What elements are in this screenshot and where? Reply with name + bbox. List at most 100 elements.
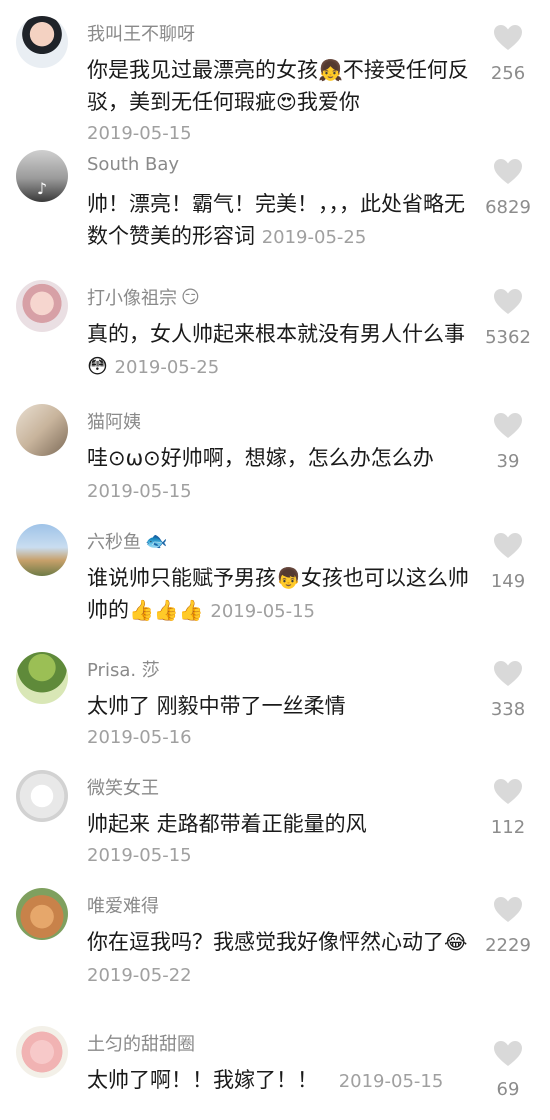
laughing-emoji-icon: 😂 [444,930,468,954]
comment-text: 帅起来 走路都带着正能量的风 [87,812,367,836]
heart-icon[interactable] [493,778,523,805]
avatar[interactable] [16,524,68,576]
comment-username[interactable]: 打小像祖宗 😏 [87,284,200,310]
heart-icon[interactable] [493,412,523,439]
comment-username[interactable]: 土匀的甜甜圈 [87,1030,195,1056]
like-button[interactable]: 39 [476,412,540,472]
heart-icon[interactable] [493,532,523,559]
like-count: 256 [490,63,526,84]
smirk-emoji-icon: 😏 [181,286,200,308]
heart-icon[interactable] [493,660,523,687]
heart-icon[interactable] [493,24,523,51]
comment-item: Prisa. 莎 太帅了 刚毅中带了一丝柔情 2019-05-16 338 [0,652,550,762]
comment-text-part: 真的，女人帅起来根本就没有男人什么事 [87,322,465,346]
avatar[interactable] [16,888,68,940]
comment-text-part: 谁说帅只能赋予男孩 [87,566,276,590]
like-count: 338 [490,699,526,720]
fish-emoji-icon: 🐟 [145,530,168,552]
comment-body: 哇⊙ω⊙好帅啊，想嫁，怎么办怎么办 2019-05-15 [87,442,483,508]
comment-item: 猫阿姨 哇⊙ω⊙好帅啊，想嫁，怎么办怎么办 2019-05-15 39 [0,404,550,516]
like-button[interactable]: 5362 [476,288,540,348]
comment-text-part: 你是我见过最漂亮的女孩 [87,58,318,82]
comment-text: 太帅了 刚毅中带了一丝柔情 [87,694,346,718]
comment-body: 谁说帅只能赋予男孩👦女孩也可以这么帅帅的👍👍👍 2019-05-15 [87,562,483,628]
comment-item: 微笑女王 帅起来 走路都带着正能量的风 2019-05-15 112 [0,770,550,880]
heart-icon[interactable] [493,1040,523,1067]
avatar[interactable] [16,280,68,332]
username-text: 六秒鱼 [87,532,141,553]
comment-username[interactable]: South Bay [87,154,179,175]
heart-icon[interactable] [493,896,523,923]
comment-date: 2019-05-16 [87,727,192,748]
comment-date: 2019-05-15 [87,845,192,866]
comment-list: 我叫王不聊呀 你是我见过最漂亮的女孩👧不接受任何反驳，美到无任何瑕疵😍我爱你 2… [0,0,550,1120]
comment-username[interactable]: 我叫王不聊呀 [87,20,195,46]
avatar[interactable] [16,770,68,822]
comment-item: 六秒鱼 🐟 谁说帅只能赋予男孩👦女孩也可以这么帅帅的👍👍👍 2019-05-15… [0,524,550,640]
boy-emoji-icon: 👦 [276,566,301,590]
like-button[interactable]: 69 [476,1040,540,1100]
comment-item: 唯爱难得 你在逗我吗？我感觉我好像怦然心动了😂 2019-05-22 2229 [0,888,550,1000]
comment-username[interactable]: 唯爱难得 [87,892,159,918]
comment-text: 哇⊙ω⊙好帅啊，想嫁，怎么办怎么办 [87,446,434,470]
like-count: 5362 [485,327,531,348]
comment-username[interactable]: Prisa. 莎 [87,656,160,682]
comment-date: 2019-05-15 [87,123,192,144]
thumbs-up-emoji-icon: 👍👍👍 [129,598,204,622]
comment-date: 2019-05-25 [114,357,220,378]
comment-date: 2019-05-15 [338,1071,444,1092]
like-button[interactable]: 149 [476,532,540,592]
avatar[interactable] [16,16,68,68]
like-count: 112 [490,817,526,838]
comment-date: 2019-05-15 [87,481,192,502]
comment-body: 帅！漂亮！霸气！完美！，，，此处省略无数个赞美的形容词 2019-05-25 [87,188,483,254]
avatar[interactable] [16,404,68,456]
avatar[interactable]: ♪ [16,150,68,202]
like-count: 69 [496,1079,520,1100]
heart-eyes-emoji-icon: 😍 [276,90,297,114]
username-text: Prisa. 莎 [87,660,160,681]
comment-date: 2019-05-22 [87,965,192,986]
like-count: 6829 [485,197,531,218]
comment-body: 你是我见过最漂亮的女孩👧不接受任何反驳，美到无任何瑕疵😍我爱你 2019-05-… [87,54,483,150]
comment-body: 真的，女人帅起来根本就没有男人什么事 😳 2019-05-25 [87,318,483,384]
comment-item: 打小像祖宗 😏 真的，女人帅起来根本就没有男人什么事 😳 2019-05-25 5… [0,280,550,398]
flushed-emoji-icon: 😳 [87,354,108,378]
like-count: 2229 [485,935,531,956]
like-count: 149 [490,571,526,592]
comment-username[interactable]: 猫阿姨 [87,408,141,434]
girl-emoji-icon: 👧 [318,58,343,82]
comment-text-part: 你在逗我吗？我感觉我好像怦然心动了 [87,930,444,954]
heart-icon[interactable] [493,158,523,185]
username-text: 我叫王不聊呀 [87,24,195,45]
comment-item: ♪ South Bay 帅！漂亮！霸气！完美！，，，此处省略无数个赞美的形容词 … [0,150,550,268]
username-text: 土匀的甜甜圈 [87,1034,195,1055]
comment-body: 帅起来 走路都带着正能量的风 2019-05-15 [87,808,483,872]
comment-text: 太帅了啊！！我嫁了！！ [87,1068,318,1092]
username-text: 打小像祖宗 [87,288,177,309]
username-text: 猫阿姨 [87,412,141,433]
tiktok-logo-icon: ♪ [36,179,48,198]
comment-item: 我叫王不聊呀 你是我见过最漂亮的女孩👧不接受任何反驳，美到无任何瑕疵😍我爱你 2… [0,16,550,144]
heart-icon[interactable] [493,288,523,315]
like-button[interactable]: 2229 [476,896,540,956]
comment-text-part: 我爱你 [296,90,360,114]
comment-username[interactable]: 微笑女王 [87,774,159,800]
comment-body: 你在逗我吗？我感觉我好像怦然心动了😂 2019-05-22 [87,926,483,992]
username-text: 微笑女王 [87,778,159,799]
avatar[interactable] [16,652,68,704]
comment-body: 太帅了啊！！我嫁了！！ 2019-05-15 [87,1064,483,1098]
comment-date: 2019-05-25 [261,227,367,248]
like-button[interactable]: 112 [476,778,540,838]
avatar[interactable] [16,1026,68,1078]
like-count: 39 [496,451,520,472]
like-button[interactable]: 338 [476,660,540,720]
comment-username[interactable]: 六秒鱼 🐟 [87,528,167,554]
like-button[interactable]: 6829 [476,158,540,218]
like-button[interactable]: 256 [476,24,540,84]
comment-body: 太帅了 刚毅中带了一丝柔情 2019-05-16 [87,690,483,754]
comment-date: 2019-05-15 [210,601,316,622]
username-text: 唯爱难得 [87,896,159,917]
comment-item: 土匀的甜甜圈 太帅了啊！！我嫁了！！ 2019-05-15 69 [0,1026,550,1120]
username-text: South Bay [87,154,180,175]
